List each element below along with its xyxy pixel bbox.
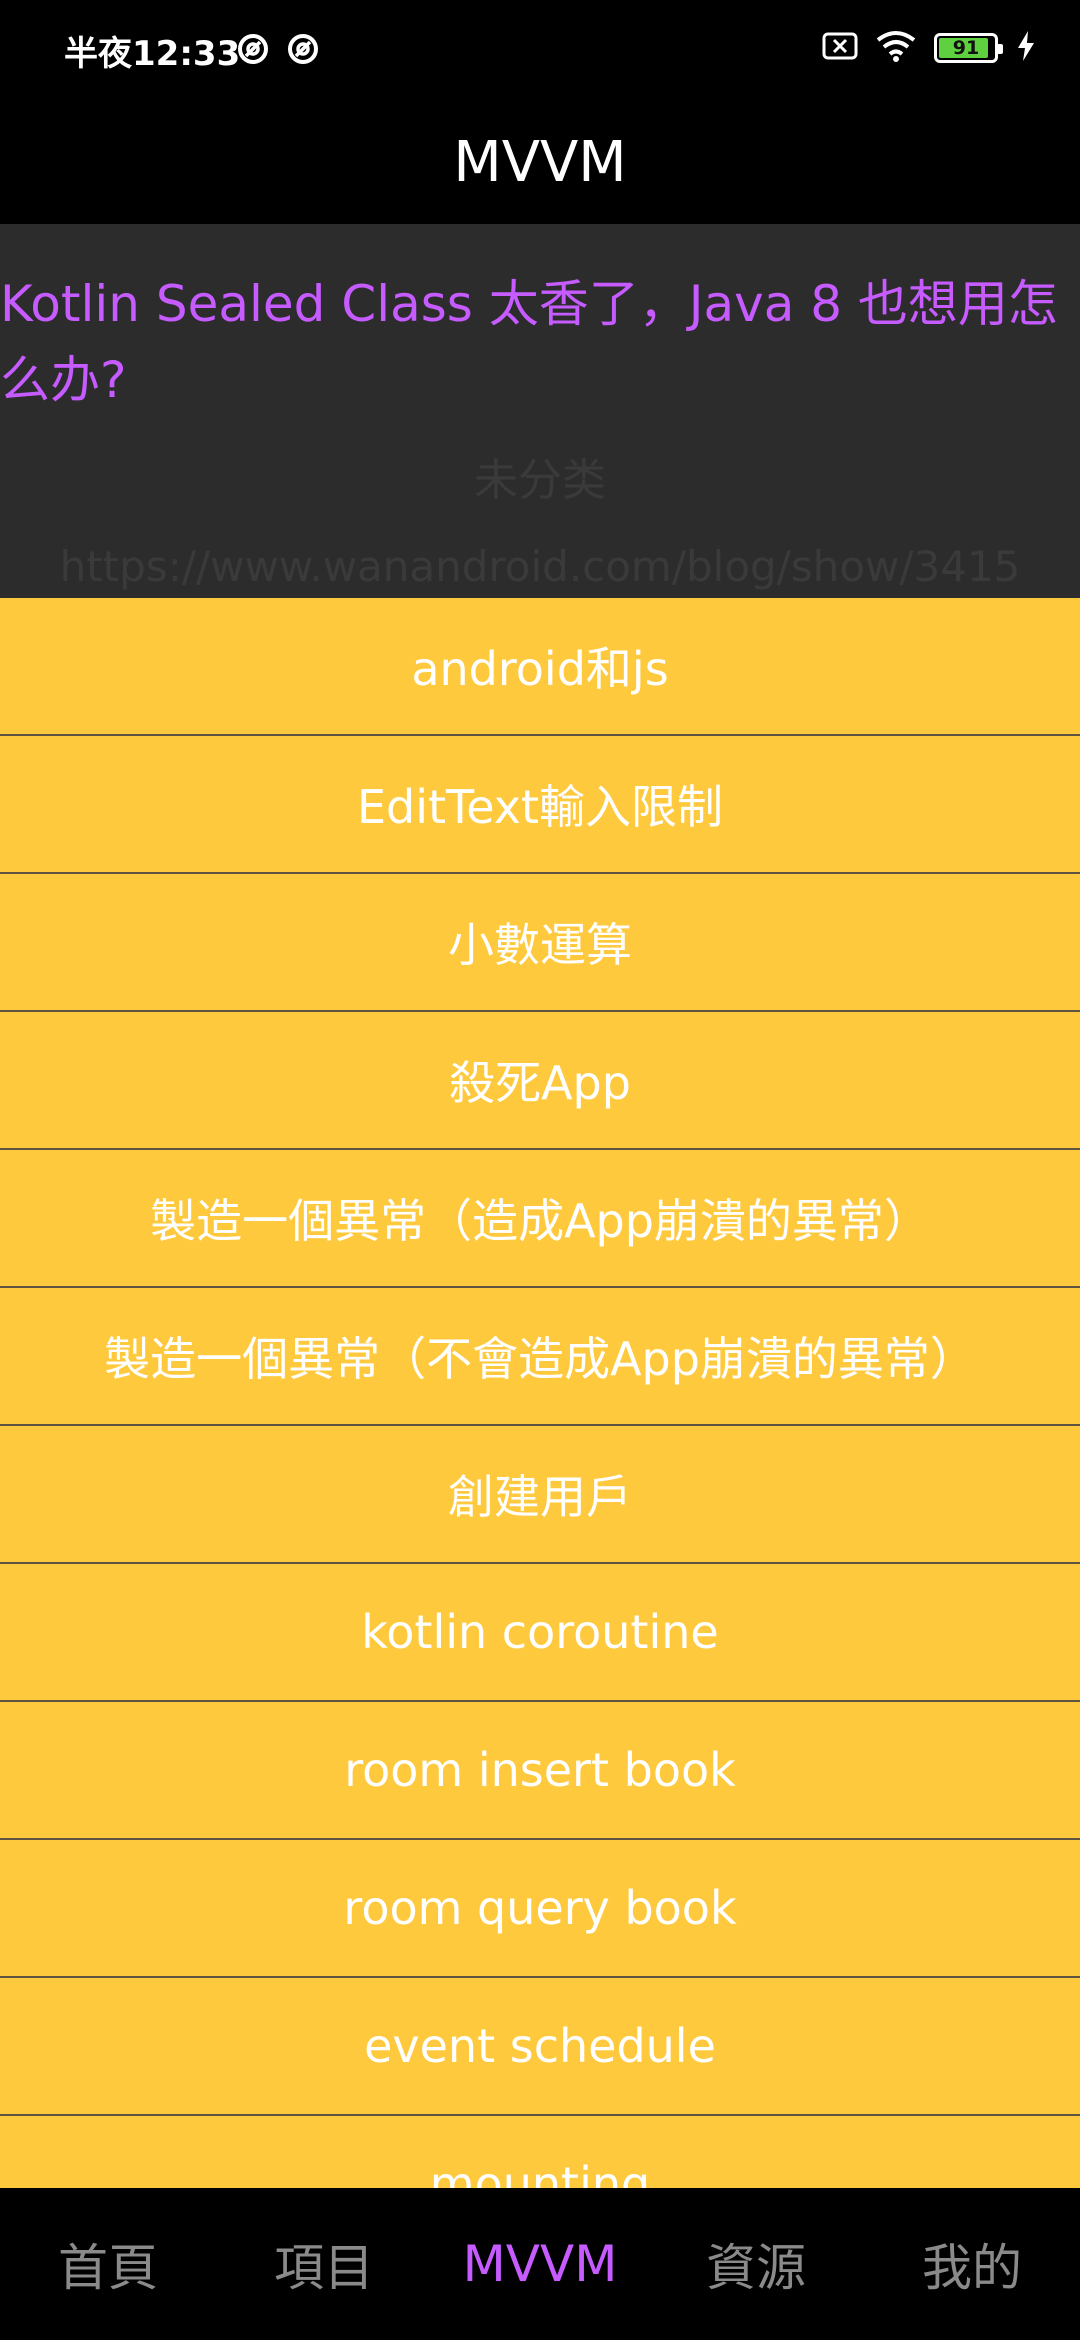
menu-item-mounting[interactable]: mounting: [0, 2116, 1080, 2188]
nav-tab-projects[interactable]: 項目: [216, 2188, 432, 2340]
menu-item-event-schedule[interactable]: event schedule: [0, 1978, 1080, 2116]
nav-tab-mine[interactable]: 我的: [864, 2188, 1080, 2340]
at-sign-icon: [236, 32, 270, 70]
menu-item-create-user[interactable]: 創建用戶: [0, 1426, 1080, 1564]
sim-off-icon: [822, 31, 858, 65]
menu-item-kotlin-coroutine[interactable]: kotlin coroutine: [0, 1564, 1080, 1702]
battery-level-text: 91: [952, 37, 980, 59]
menu-item-room-query-book[interactable]: room query book: [0, 1840, 1080, 1978]
menu-item-edittext-limit[interactable]: EditText輸入限制: [0, 736, 1080, 874]
menu-item-room-insert-book[interactable]: room insert book: [0, 1702, 1080, 1840]
status-system-icons: 91: [822, 30, 1036, 66]
article-link[interactable]: https://www.wanandroid.com/blog/show/341…: [0, 542, 1080, 591]
wifi-icon: [876, 30, 916, 66]
status-time: 半夜12:33: [64, 34, 241, 74]
battery-icon: 91: [934, 33, 1003, 63]
status-bar: 半夜12:33 91: [0, 0, 1080, 100]
nav-tab-mvvm[interactable]: MVVM: [432, 2188, 648, 2340]
app-title: MVVM: [453, 129, 627, 195]
at-sign-icon: [286, 32, 320, 70]
nav-tab-resources[interactable]: 資源: [648, 2188, 864, 2340]
menu-item-android-js[interactable]: android和js: [0, 598, 1080, 736]
status-notification-icons: [236, 32, 320, 70]
article-category: 未分类: [474, 455, 606, 506]
article-card[interactable]: Kotlin Sealed Class 太香了，Java 8 也想用怎么办? 未…: [0, 224, 1080, 598]
menu-list[interactable]: android和js EditText輸入限制 小數運算 殺死App 製造一個異…: [0, 598, 1080, 2188]
menu-item-decimal-calc[interactable]: 小數運算: [0, 874, 1080, 1012]
menu-item-kill-app[interactable]: 殺死App: [0, 1012, 1080, 1150]
charging-bolt-icon: [1016, 30, 1036, 66]
battery-tip: [998, 44, 1003, 54]
app-bar: MVVM: [0, 100, 1080, 224]
article-title[interactable]: Kotlin Sealed Class 太香了，Java 8 也想用怎么办?: [0, 224, 1080, 418]
menu-item-crash-exception[interactable]: 製造一個異常（造成App崩潰的異常）: [0, 1150, 1080, 1288]
menu-item-non-crash-exception[interactable]: 製造一個異常（不會造成App崩潰的異常）: [0, 1288, 1080, 1426]
nav-tab-home[interactable]: 首頁: [0, 2188, 216, 2340]
bottom-nav: 首頁 項目 MVVM 資源 我的: [0, 2188, 1080, 2340]
